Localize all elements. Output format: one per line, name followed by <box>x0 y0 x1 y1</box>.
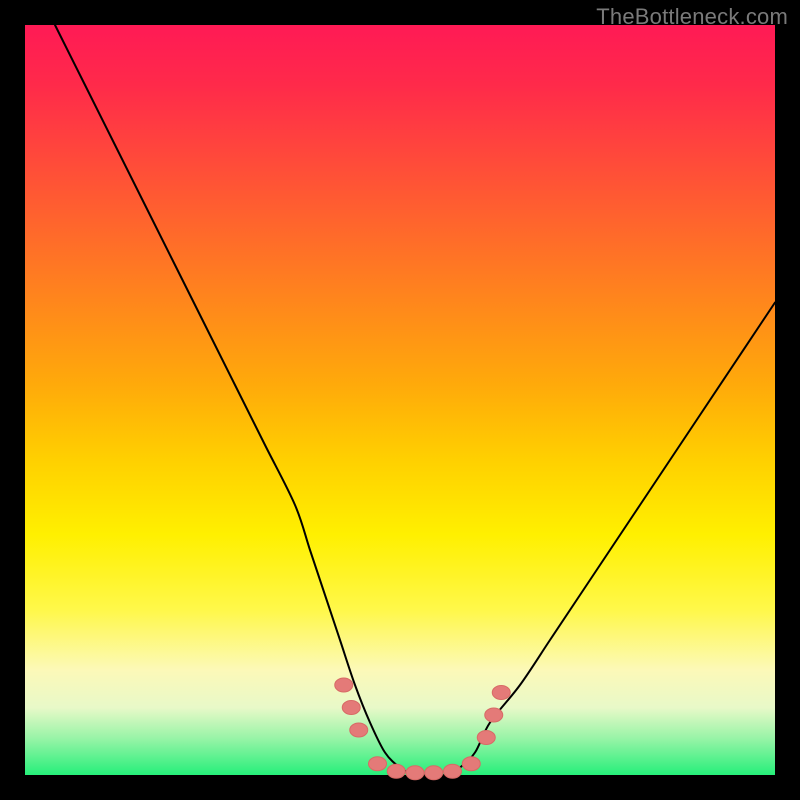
marker-point <box>369 757 387 771</box>
marker-point <box>485 708 503 722</box>
chart-stage: TheBottleneck.com <box>0 0 800 800</box>
chart-svg <box>25 25 775 775</box>
marker-point <box>335 678 353 692</box>
marker-point <box>462 757 480 771</box>
marker-point <box>406 766 424 780</box>
marker-point <box>342 701 360 715</box>
marker-point <box>350 723 368 737</box>
marker-point <box>444 764 462 778</box>
marker-point <box>477 731 495 745</box>
marker-point <box>387 764 405 778</box>
marker-cluster <box>335 678 511 780</box>
bottleneck-curve <box>55 25 775 776</box>
marker-point <box>425 766 443 780</box>
marker-point <box>492 686 510 700</box>
